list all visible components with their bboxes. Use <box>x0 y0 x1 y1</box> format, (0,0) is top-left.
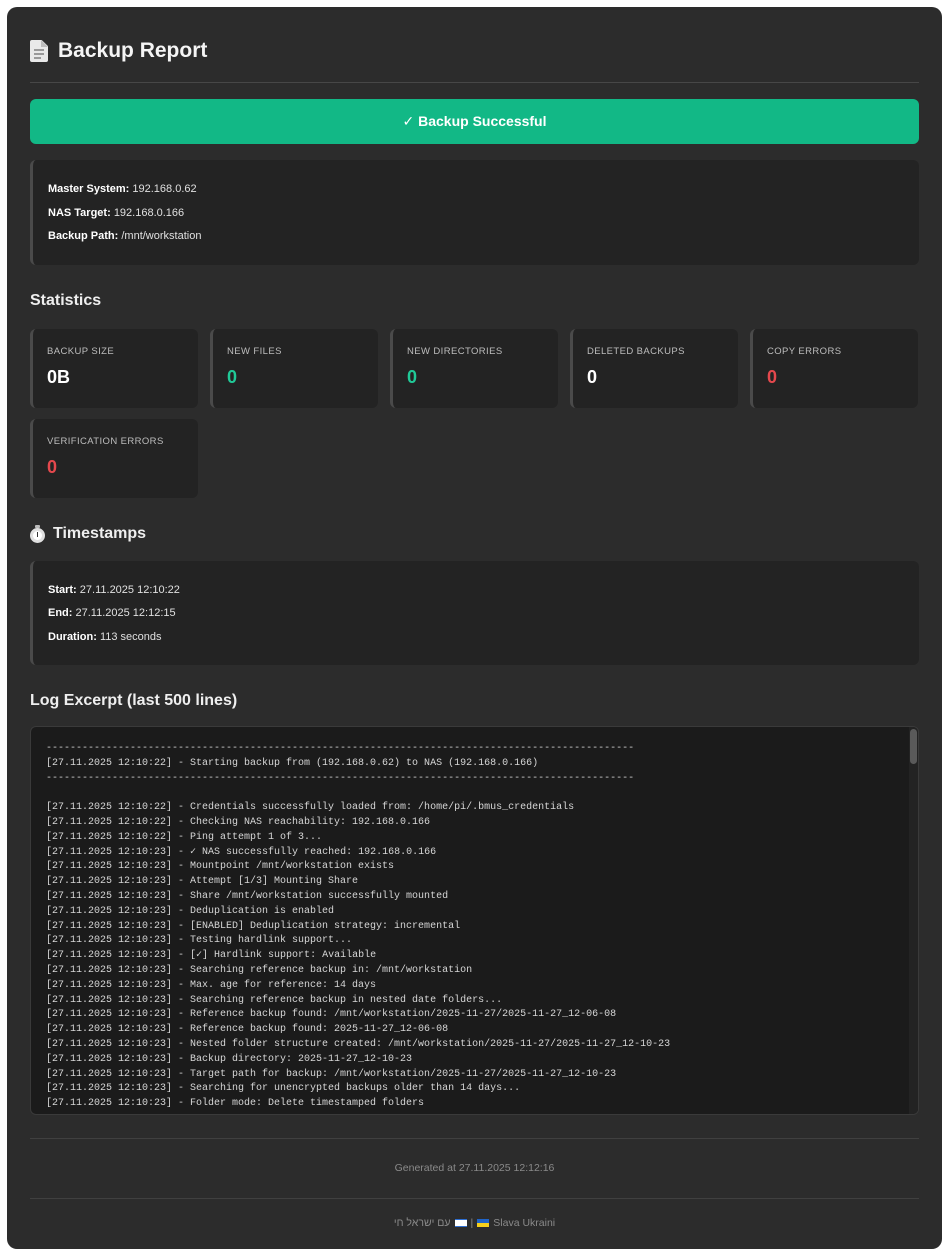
statistics-grid: Backup Size 0B New Files 0 New Directori… <box>30 328 919 498</box>
duration-value: 113 seconds <box>99 630 162 643</box>
stat-value: 0 <box>227 366 238 387</box>
stat-card-backup-size: Backup Size 0B <box>30 328 198 408</box>
stat-value: 0B <box>47 366 71 387</box>
document-icon <box>30 40 48 62</box>
footer-signoff: עם ישראל חי | Slava Ukraini <box>30 1217 919 1229</box>
master-system-value: 192.168.0.62 <box>132 183 197 195</box>
statistics-heading: Statistics <box>30 291 102 309</box>
israel-flag-icon <box>454 1219 467 1227</box>
stat-value: 0 <box>587 366 598 387</box>
timestamps-box: Start: 27.11.2025 12:10:22 End: 27.11.20… <box>30 560 919 665</box>
stat-label: Verification Errors <box>47 435 164 447</box>
ukraine-text: Slava Ukraini <box>493 1217 556 1229</box>
log-text[interactable]: ----------------------------------------… <box>31 727 918 1112</box>
backup-path-value: /mnt/workstation <box>121 230 202 242</box>
log-heading: Log Excerpt (last 500 lines) <box>30 692 238 709</box>
master-system-row: Master System: 192.168.0.62 <box>48 178 904 202</box>
master-system-label: Master System: <box>48 183 130 195</box>
log-scrollbar[interactable] <box>909 727 918 1114</box>
stat-value: 0 <box>47 456 58 477</box>
hebrew-text: עם ישראל חי <box>393 1217 451 1229</box>
stat-value: 0 <box>407 366 418 387</box>
stat-value: 0 <box>767 366 778 387</box>
stopwatch-icon <box>30 525 45 543</box>
timestamps-heading-row: Timestamps <box>30 525 919 543</box>
footer-divider <box>30 1138 919 1139</box>
stat-label: Deleted Backups <box>587 345 685 357</box>
timestamps-heading: Timestamps <box>53 524 147 542</box>
end-label: End: <box>48 607 73 619</box>
backup-path-label: Backup Path: <box>48 230 119 242</box>
footer-separator: | <box>470 1217 474 1229</box>
start-label: Start: <box>48 583 77 596</box>
ukraine-flag-icon <box>477 1219 490 1227</box>
backup-path-row: Backup Path: /mnt/workstation <box>48 225 904 249</box>
system-info-box: Master System: 192.168.0.62 NAS Target: … <box>30 160 919 265</box>
stat-label: New Directories <box>407 345 503 357</box>
generated-timestamp: Generated at 27.11.2025 12:12:16 <box>394 1162 555 1174</box>
header-divider <box>30 82 919 83</box>
page-title: Backup Report <box>58 39 208 62</box>
stat-card-new-files: New Files 0 <box>210 328 378 408</box>
log-scrollbar-thumb[interactable] <box>910 729 917 764</box>
stat-card-deleted-backups: Deleted Backups 0 <box>570 328 738 408</box>
stat-card-verification-errors: Verification Errors 0 <box>30 418 198 498</box>
report-page: Backup Report ✓ Backup Successful Master… <box>7 7 942 1249</box>
duration-row: Duration: 113 seconds <box>48 626 904 650</box>
stat-card-new-directories: New Directories 0 <box>390 328 558 408</box>
footer-divider-2 <box>30 1198 919 1199</box>
stat-card-copy-errors: Copy Errors 0 <box>750 328 918 408</box>
start-row: Start: 27.11.2025 12:10:22 <box>48 579 904 603</box>
stat-label: Copy Errors <box>767 345 842 357</box>
nas-target-row: NAS Target: 192.168.0.166 <box>48 202 904 226</box>
status-banner: ✓ Backup Successful <box>30 99 919 144</box>
end-row: End: 27.11.2025 12:12:15 <box>48 602 904 626</box>
nas-target-value: 192.168.0.166 <box>113 206 185 219</box>
nas-target-label: NAS Target: <box>48 206 111 219</box>
stat-label: Backup Size <box>47 345 115 357</box>
stat-label: New Files <box>227 345 282 357</box>
report-header: Backup Report <box>30 36 919 66</box>
duration-label: Duration: <box>48 630 97 643</box>
start-value: 27.11.2025 12:10:22 <box>79 583 180 596</box>
end-value: 27.11.2025 12:12:15 <box>75 607 176 619</box>
log-panel[interactable]: ----------------------------------------… <box>30 726 919 1115</box>
